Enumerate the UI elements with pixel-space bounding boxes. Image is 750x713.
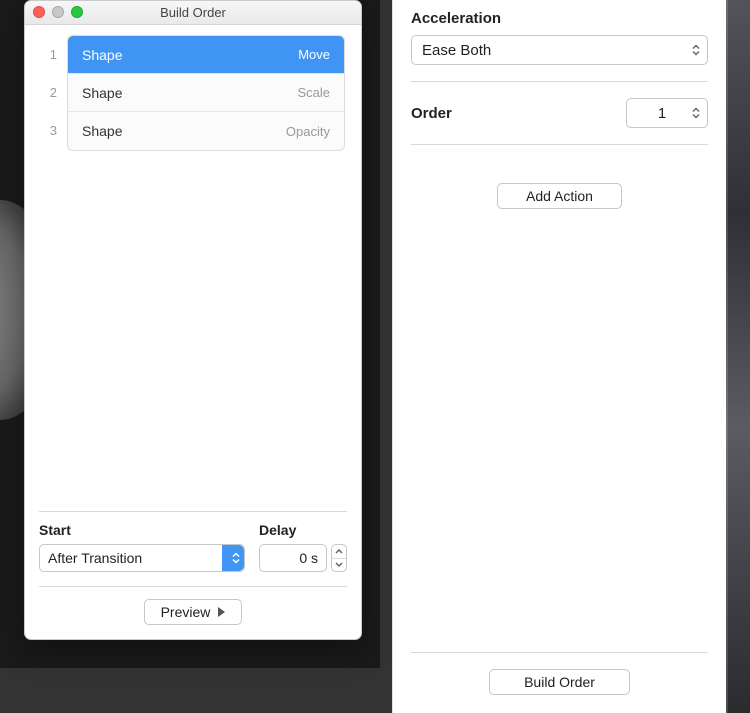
add-action-button[interactable]: Add Action [497,183,622,209]
spacer [411,209,708,638]
separator [411,144,708,145]
build-list: Shape Move Shape Scale Shape Opacity [67,35,345,151]
preview-label: Preview [161,604,211,620]
separator [39,511,347,512]
zoom-icon[interactable] [71,6,83,18]
build-index: 2 [41,73,57,111]
build-row-effect: Move [298,47,330,62]
bottom-controls: Start After Transition Delay 0 s [25,503,361,639]
acceleration-select[interactable]: Ease Both [411,35,708,65]
order-label: Order [411,105,452,122]
traffic-lights [33,6,83,18]
build-row-name: Shape [82,123,286,139]
build-list-area: 1 2 3 Shape Move Shape Scale Shape Opaci… [25,25,361,503]
play-icon [218,607,225,617]
start-select[interactable]: After Transition [39,544,245,572]
build-index: 1 [41,35,57,73]
build-order-button[interactable]: Build Order [489,669,630,695]
delay-stepper[interactable] [331,544,347,572]
build-row-effect: Opacity [286,124,330,139]
chevron-updown-icon [691,44,701,57]
acceleration-value: Ease Both [422,42,491,59]
build-row-name: Shape [82,47,298,63]
close-icon[interactable] [33,6,45,18]
build-order-label: Build Order [524,674,595,690]
build-row-effect: Scale [297,85,330,100]
acceleration-label: Acceleration [411,10,708,27]
separator [411,652,708,653]
separator [411,81,708,82]
minimize-icon[interactable] [52,6,64,18]
titlebar[interactable]: Build Order [25,1,361,25]
chevron-updown-icon [691,107,701,120]
build-index: 3 [41,111,57,149]
inspector-panel: Acceleration Ease Both Order 1 Add Actio… [392,0,726,713]
build-row[interactable]: Shape Scale [68,74,344,112]
build-order-window: Build Order 1 2 3 Shape Move Shape Scale… [24,0,362,640]
start-value: After Transition [48,550,142,566]
build-row-name: Shape [82,85,297,101]
preview-button[interactable]: Preview [144,599,243,625]
build-index-column: 1 2 3 [41,35,57,151]
stepper-up-icon[interactable] [332,545,346,559]
build-row[interactable]: Shape Opacity [68,112,344,150]
add-action-label: Add Action [526,188,593,204]
delay-label: Delay [259,522,347,538]
delay-input[interactable]: 0 s [259,544,327,572]
chevron-updown-icon [231,552,241,565]
order-select[interactable]: 1 [626,98,708,128]
build-row[interactable]: Shape Move [68,36,344,74]
delay-value: 0 s [299,550,318,566]
order-value: 1 [658,105,666,122]
stepper-down-icon[interactable] [332,559,346,572]
desktop-background [726,0,750,713]
start-label: Start [39,522,245,538]
